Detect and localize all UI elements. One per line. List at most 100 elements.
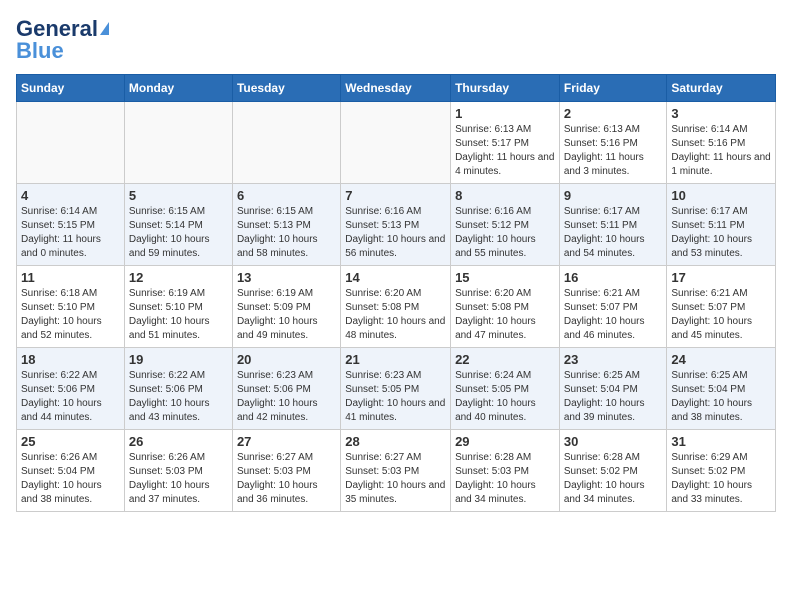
col-header-sunday: Sunday (17, 75, 125, 102)
day-cell: 7 Sunrise: 6:16 AM Sunset: 5:13 PM Daylig… (341, 184, 451, 266)
day-info: Sunrise: 6:14 AM Sunset: 5:15 PM Dayligh… (21, 205, 120, 261)
day-cell: 19Sunrise: 6:22 AM Sunset: 5:06 PM Dayli… (124, 348, 232, 430)
day-cell: 27Sunrise: 6:27 AM Sunset: 5:03 PM Dayli… (232, 430, 340, 512)
day-cell: 13Sunrise: 6:19 AM Sunset: 5:09 PM Dayli… (232, 266, 340, 348)
day-info: Sunrise: 6:28 AM Sunset: 5:02 PM Dayligh… (564, 451, 663, 507)
week-row-3: 11 Sunrise: 6:18 AM Sunset: 5:10 PM Dayli… (17, 266, 776, 348)
day-cell: 18Sunrise: 6:22 AM Sunset: 5:06 PM Dayli… (17, 348, 125, 430)
day-info: Sunrise: 6:23 AM Sunset: 5:05 PM Dayligh… (345, 369, 446, 425)
day-info: Sunrise: 6:22 AM Sunset: 5:06 PM Dayligh… (129, 369, 228, 425)
day-number: 7 (345, 188, 446, 203)
day-number: 30 (564, 434, 663, 449)
day-cell: 25 Sunrise: 6:26 AM Sunset: 5:04 PM Dayli… (17, 430, 125, 512)
day-number: 22 (455, 352, 555, 367)
day-number: 14 (345, 270, 446, 285)
day-info: Sunrise: 6:15 AM Sunset: 5:14 PM Dayligh… (129, 205, 228, 261)
day-number: 1 (455, 106, 555, 121)
week-row-1: 1Sunrise: 6:13 AM Sunset: 5:17 PM Daylig… (17, 102, 776, 184)
day-cell: 15Sunrise: 6:20 AM Sunset: 5:08 PM Dayli… (451, 266, 560, 348)
day-cell (17, 102, 125, 184)
day-info: Sunrise: 6:21 AM Sunset: 5:07 PM Dayligh… (671, 287, 771, 343)
week-row-4: 18Sunrise: 6:22 AM Sunset: 5:06 PM Dayli… (17, 348, 776, 430)
day-info: Sunrise: 6:17 AM Sunset: 5:11 PM Dayligh… (671, 205, 771, 261)
day-cell (341, 102, 451, 184)
day-cell: 11 Sunrise: 6:18 AM Sunset: 5:10 PM Dayli… (17, 266, 125, 348)
day-number: 11 (21, 270, 120, 285)
logo-arrow-icon (100, 22, 109, 35)
day-cell: 8Sunrise: 6:16 AM Sunset: 5:12 PM Daylig… (451, 184, 560, 266)
day-cell (232, 102, 340, 184)
day-info: Sunrise: 6:22 AM Sunset: 5:06 PM Dayligh… (21, 369, 120, 425)
day-info: Sunrise: 6:27 AM Sunset: 5:03 PM Dayligh… (345, 451, 446, 507)
day-info: Sunrise: 6:25 AM Sunset: 5:04 PM Dayligh… (564, 369, 663, 425)
day-info: Sunrise: 6:20 AM Sunset: 5:08 PM Dayligh… (345, 287, 446, 343)
day-cell: 12 Sunrise: 6:19 AM Sunset: 5:10 PM Dayli… (124, 266, 232, 348)
day-info: Sunrise: 6:13 AM Sunset: 5:16 PM Dayligh… (564, 123, 663, 179)
day-info: Sunrise: 6:29 AM Sunset: 5:02 PM Dayligh… (671, 451, 771, 507)
day-info: Sunrise: 6:26 AM Sunset: 5:04 PM Dayligh… (21, 451, 120, 507)
day-info: Sunrise: 6:17 AM Sunset: 5:11 PM Dayligh… (564, 205, 663, 261)
day-cell: 3Sunrise: 6:14 AM Sunset: 5:16 PM Daylig… (667, 102, 776, 184)
day-number: 31 (671, 434, 771, 449)
day-number: 8 (455, 188, 555, 203)
day-info: Sunrise: 6:19 AM Sunset: 5:10 PM Dayligh… (129, 287, 228, 343)
day-cell: 29 Sunrise: 6:28 AM Sunset: 5:03 PM Dayli… (451, 430, 560, 512)
day-info: Sunrise: 6:15 AM Sunset: 5:13 PM Dayligh… (237, 205, 336, 261)
day-cell: 10 Sunrise: 6:17 AM Sunset: 5:11 PM Dayli… (667, 184, 776, 266)
day-number: 21 (345, 352, 446, 367)
day-cell: 2 Sunrise: 6:13 AM Sunset: 5:16 PM Daylig… (559, 102, 667, 184)
day-info: Sunrise: 6:28 AM Sunset: 5:03 PM Dayligh… (455, 451, 555, 507)
day-cell: 6 Sunrise: 6:15 AM Sunset: 5:13 PM Daylig… (232, 184, 340, 266)
day-info: Sunrise: 6:24 AM Sunset: 5:05 PM Dayligh… (455, 369, 555, 425)
day-number: 2 (564, 106, 663, 121)
day-number: 29 (455, 434, 555, 449)
day-cell: 28 Sunrise: 6:27 AM Sunset: 5:03 PM Dayli… (341, 430, 451, 512)
day-cell: 31 Sunrise: 6:29 AM Sunset: 5:02 PM Dayli… (667, 430, 776, 512)
day-cell: 24Sunrise: 6:25 AM Sunset: 5:04 PM Dayli… (667, 348, 776, 430)
col-header-friday: Friday (559, 75, 667, 102)
day-number: 23 (564, 352, 663, 367)
day-info: Sunrise: 6:16 AM Sunset: 5:13 PM Dayligh… (345, 205, 446, 261)
day-cell: 9 Sunrise: 6:17 AM Sunset: 5:11 PM Daylig… (559, 184, 667, 266)
day-number: 12 (129, 270, 228, 285)
day-info: Sunrise: 6:27 AM Sunset: 5:03 PM Dayligh… (237, 451, 336, 507)
week-row-5: 25 Sunrise: 6:26 AM Sunset: 5:04 PM Dayli… (17, 430, 776, 512)
logo: General Blue (16, 16, 109, 64)
col-header-tuesday: Tuesday (232, 75, 340, 102)
day-number: 17 (671, 270, 771, 285)
day-cell: 20Sunrise: 6:23 AM Sunset: 5:06 PM Dayli… (232, 348, 340, 430)
day-cell: 30 Sunrise: 6:28 AM Sunset: 5:02 PM Dayli… (559, 430, 667, 512)
day-cell: 17 Sunrise: 6:21 AM Sunset: 5:07 PM Dayli… (667, 266, 776, 348)
day-cell: 16Sunrise: 6:21 AM Sunset: 5:07 PM Dayli… (559, 266, 667, 348)
day-cell: 4 Sunrise: 6:14 AM Sunset: 5:15 PM Daylig… (17, 184, 125, 266)
week-row-2: 4 Sunrise: 6:14 AM Sunset: 5:15 PM Daylig… (17, 184, 776, 266)
day-info: Sunrise: 6:20 AM Sunset: 5:08 PM Dayligh… (455, 287, 555, 343)
day-number: 9 (564, 188, 663, 203)
col-header-saturday: Saturday (667, 75, 776, 102)
day-number: 25 (21, 434, 120, 449)
day-number: 5 (129, 188, 228, 203)
logo-blue: Blue (16, 38, 64, 64)
day-cell: 14 Sunrise: 6:20 AM Sunset: 5:08 PM Dayli… (341, 266, 451, 348)
day-info: Sunrise: 6:19 AM Sunset: 5:09 PM Dayligh… (237, 287, 336, 343)
day-cell: 22 Sunrise: 6:24 AM Sunset: 5:05 PM Dayli… (451, 348, 560, 430)
page-header: General Blue (16, 16, 776, 64)
calendar-table: SundayMondayTuesdayWednesdayThursdayFrid… (16, 74, 776, 512)
day-number: 4 (21, 188, 120, 203)
day-number: 26 (129, 434, 228, 449)
col-header-monday: Monday (124, 75, 232, 102)
day-cell (124, 102, 232, 184)
day-info: Sunrise: 6:14 AM Sunset: 5:16 PM Dayligh… (671, 123, 771, 179)
day-number: 28 (345, 434, 446, 449)
day-cell: 23 Sunrise: 6:25 AM Sunset: 5:04 PM Dayli… (559, 348, 667, 430)
day-number: 6 (237, 188, 336, 203)
day-info: Sunrise: 6:26 AM Sunset: 5:03 PM Dayligh… (129, 451, 228, 507)
day-cell: 1Sunrise: 6:13 AM Sunset: 5:17 PM Daylig… (451, 102, 560, 184)
day-cell: 21 Sunrise: 6:23 AM Sunset: 5:05 PM Dayli… (341, 348, 451, 430)
day-info: Sunrise: 6:18 AM Sunset: 5:10 PM Dayligh… (21, 287, 120, 343)
day-header-row: SundayMondayTuesdayWednesdayThursdayFrid… (17, 75, 776, 102)
day-info: Sunrise: 6:21 AM Sunset: 5:07 PM Dayligh… (564, 287, 663, 343)
day-info: Sunrise: 6:23 AM Sunset: 5:06 PM Dayligh… (237, 369, 336, 425)
day-number: 10 (671, 188, 771, 203)
day-cell: 26 Sunrise: 6:26 AM Sunset: 5:03 PM Dayli… (124, 430, 232, 512)
